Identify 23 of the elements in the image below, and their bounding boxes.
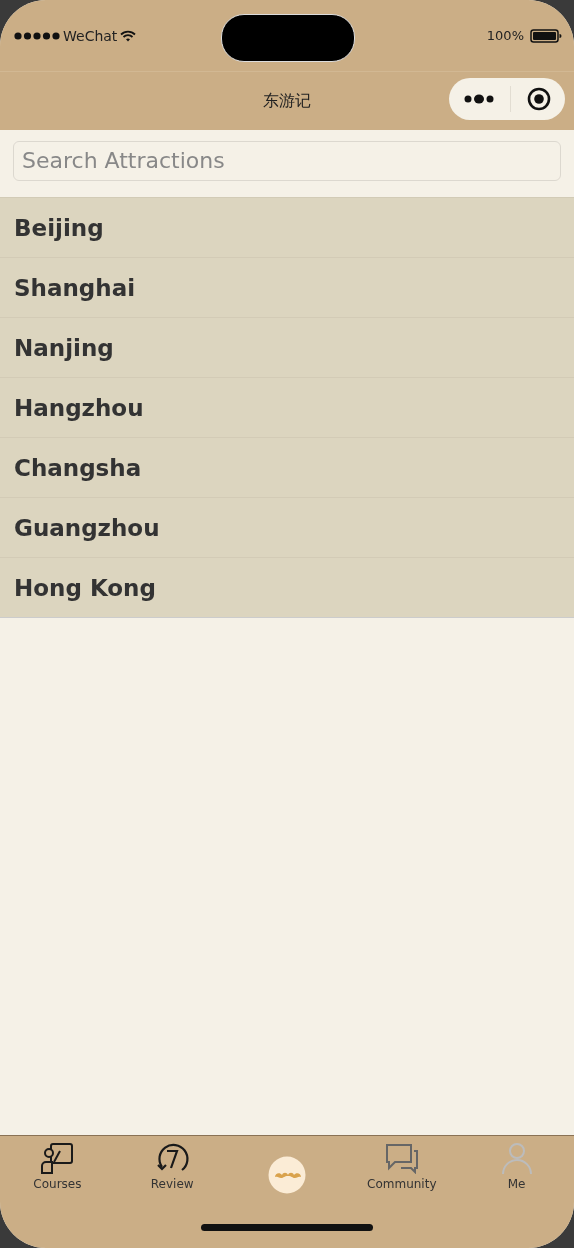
city-item[interactable]: Hong Kong [0,558,574,617]
tab-button[interactable]: Me [498,1142,535,1191]
city-item[interactable]: Guangzhou [0,498,574,558]
tab-button[interactable]: Review [150,1142,194,1191]
city-item[interactable]: Beijing [0,198,574,258]
city-item[interactable]: Shanghai [0,258,574,318]
close-icon[interactable] [527,87,552,111]
city-item[interactable]: Nanjing [0,318,574,378]
page-title: 东游记 [263,90,311,112]
battery-percent: 100% [486,28,524,43]
carrier-name: WeChat [63,27,118,44]
teacher-board-icon [39,1142,76,1174]
city-item[interactable]: Changsha [0,438,574,498]
battery-icon [530,28,562,43]
wifi-icon [120,29,137,42]
tab-button[interactable]: Courses [33,1142,82,1191]
history-icon [154,1142,191,1174]
tab-button[interactable]: Community [367,1142,437,1191]
signal-icon [14,31,60,40]
more-icon[interactable] [462,94,495,104]
city-item[interactable]: Hangzhou [0,378,574,438]
chat-icon [383,1142,420,1174]
search-field[interactable]: Search Attractions [13,140,561,181]
